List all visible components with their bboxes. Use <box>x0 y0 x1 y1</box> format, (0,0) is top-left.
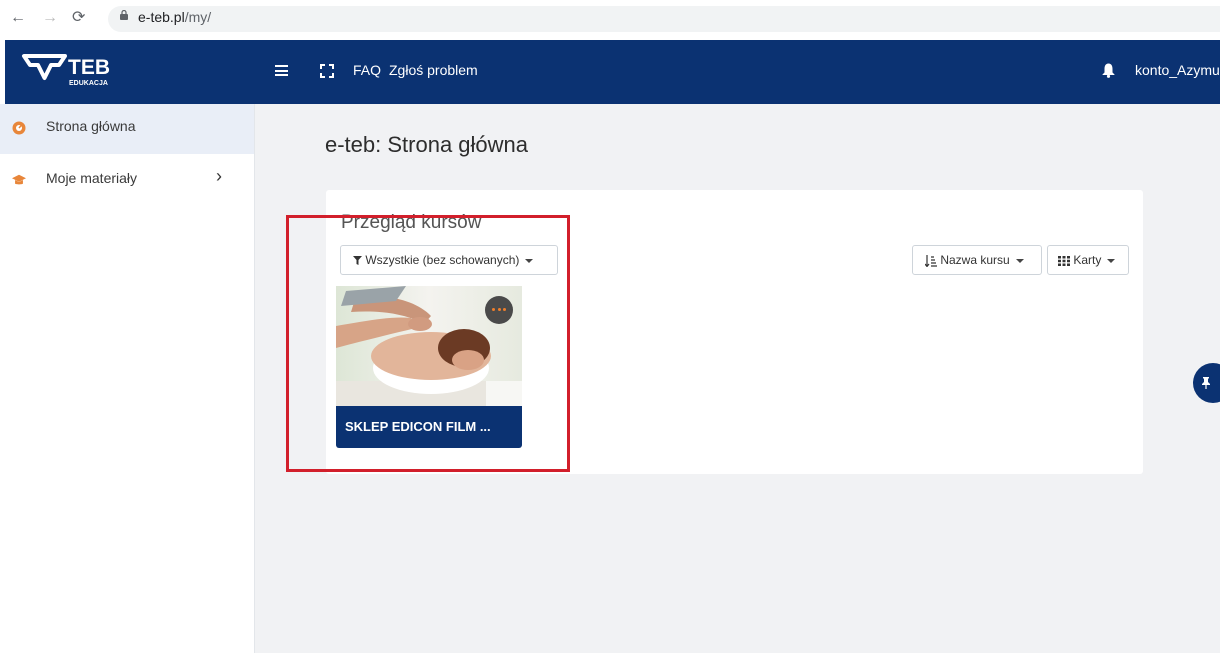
sort-icon <box>924 254 937 268</box>
back-icon[interactable]: ← <box>10 9 26 27</box>
report-problem-link[interactable]: Zgłoś problem <box>389 62 478 78</box>
sidebar-item-my-materials[interactable]: Moje materiały › <box>0 156 254 206</box>
svg-text:TEB: TEB <box>68 56 110 79</box>
top-navbar: TEB EDUKACJA FAQ Zgłoś problem konto_Azy… <box>5 40 1220 104</box>
view-dropdown[interactable]: Karty <box>1047 245 1129 275</box>
sidebar-item-label: Strona główna <box>46 118 136 134</box>
address-bar[interactable] <box>108 6 1220 32</box>
graduation-cap-icon <box>12 174 26 185</box>
url-host: e-teb.pl <box>138 9 185 25</box>
view-label: Karty <box>1073 253 1102 267</box>
dashboard-icon <box>12 121 26 135</box>
highlight-box <box>286 215 570 472</box>
menu-toggle-icon[interactable] <box>275 65 288 76</box>
teb-logo[interactable]: TEB EDUKACJA <box>21 52 121 92</box>
chevron-right-icon: › <box>216 166 222 186</box>
fullscreen-icon[interactable] <box>320 64 334 78</box>
browser-toolbar: ← → ⟳ e-teb.pl/my/ <box>0 0 1220 38</box>
sidebar: Strona główna Moje materiały › <box>0 104 255 653</box>
reload-icon[interactable]: ⟳ <box>72 9 85 27</box>
bell-icon[interactable] <box>1102 63 1115 78</box>
grid-icon <box>1058 255 1070 266</box>
user-account-menu[interactable]: konto_Azymu <box>1135 62 1220 78</box>
svg-text:EDUKACJA: EDUKACJA <box>69 80 108 87</box>
pin-icon <box>1202 377 1210 389</box>
url-text[interactable]: e-teb.pl/my/ <box>138 9 211 25</box>
sort-dropdown[interactable]: Nazwa kursu <box>912 245 1042 275</box>
sidebar-item-label: Moje materiały <box>46 170 138 186</box>
forward-icon[interactable]: → <box>42 9 58 27</box>
sidebar-item-home[interactable]: Strona główna <box>0 104 254 154</box>
url-path: /my/ <box>184 9 212 25</box>
caret-down-icon <box>1107 258 1116 263</box>
faq-link[interactable]: FAQ <box>353 62 381 78</box>
caret-down-icon <box>1015 258 1024 263</box>
lock-icon <box>120 10 128 20</box>
page-title: e-teb: Strona główna <box>325 132 529 157</box>
teb-logo-mark-icon: TEB EDUKACJA <box>22 54 110 87</box>
sort-label: Nazwa kursu <box>940 253 1010 267</box>
